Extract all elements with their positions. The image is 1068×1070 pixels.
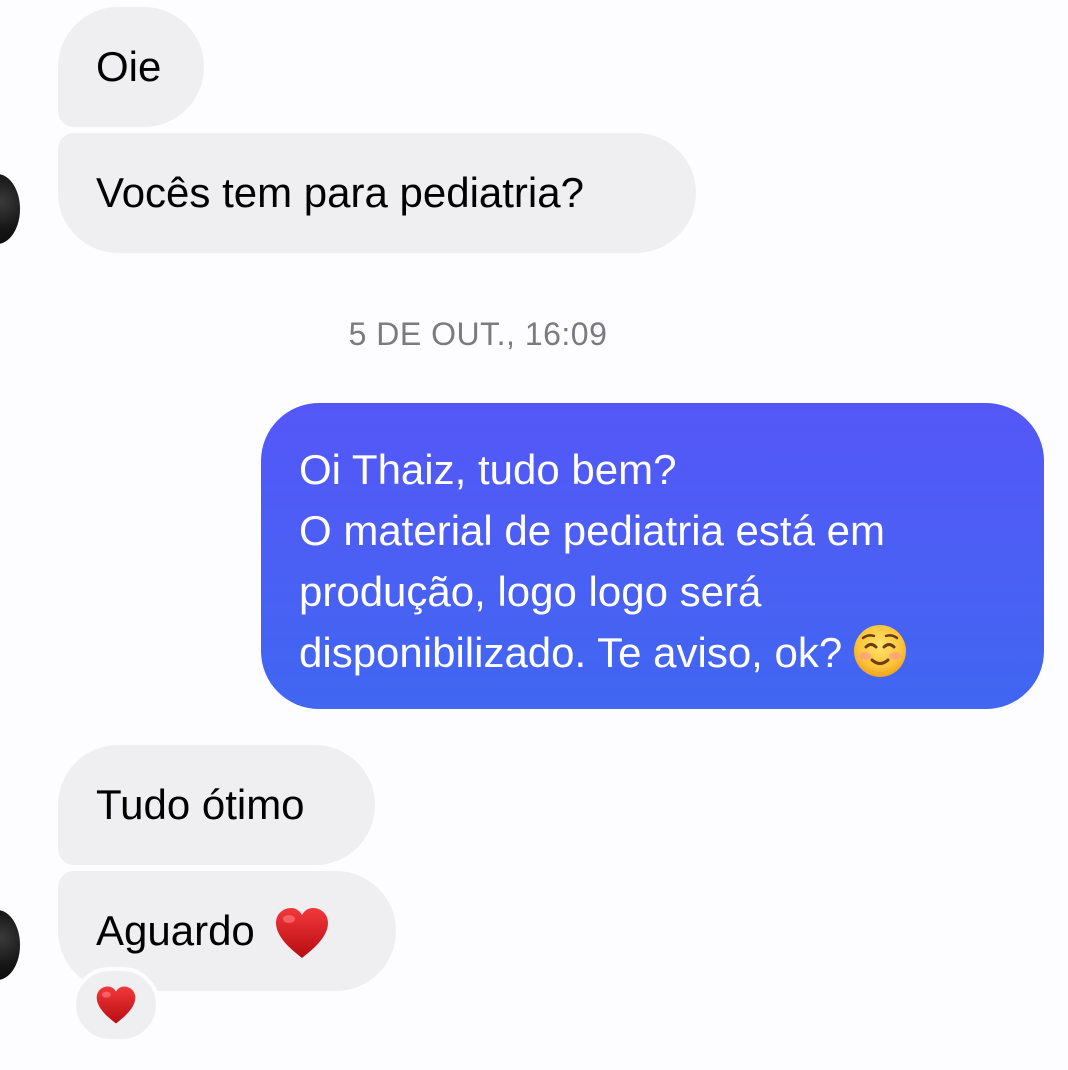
chat-thread: Oie Vocês tem para pediatria? 5 DE OUT.,… (0, 0, 1068, 1070)
outgoing-message-bubble[interactable]: Oi Thaiz, tudo bem? O material de pediat… (261, 403, 1044, 709)
incoming-message-bubble[interactable]: Vocês tem para pediatria? (58, 133, 696, 253)
message-text: Aguardo (96, 907, 255, 954)
message-reaction[interactable] (72, 967, 160, 1043)
message-text-line: produção, logo logo será (299, 568, 762, 615)
contact-avatar[interactable] (0, 910, 20, 980)
red-heart-icon (275, 908, 328, 958)
contact-avatar[interactable] (0, 174, 20, 244)
message-text-line: disponibilizado. Te aviso, ok? (299, 629, 843, 676)
message-text-line: O material de pediatria está em (299, 507, 885, 554)
message-text: Oie (96, 43, 162, 90)
message-text-line: Oi Thaiz, tudo bem? (299, 446, 677, 493)
incoming-message-bubble[interactable]: Oie (58, 7, 204, 127)
message-text: Vocês tem para pediatria? (96, 169, 584, 216)
incoming-message-bubble[interactable]: Tudo ótimo (58, 745, 375, 865)
message-text-line-with-emoji: disponibilizado. Te aviso, ok? (299, 622, 1006, 683)
red-heart-icon (96, 986, 136, 1024)
timestamp-divider: 5 DE OUT., 16:09 (348, 316, 608, 352)
smiling-face-icon (854, 625, 907, 677)
message-text: Tudo ótimo (96, 781, 305, 828)
